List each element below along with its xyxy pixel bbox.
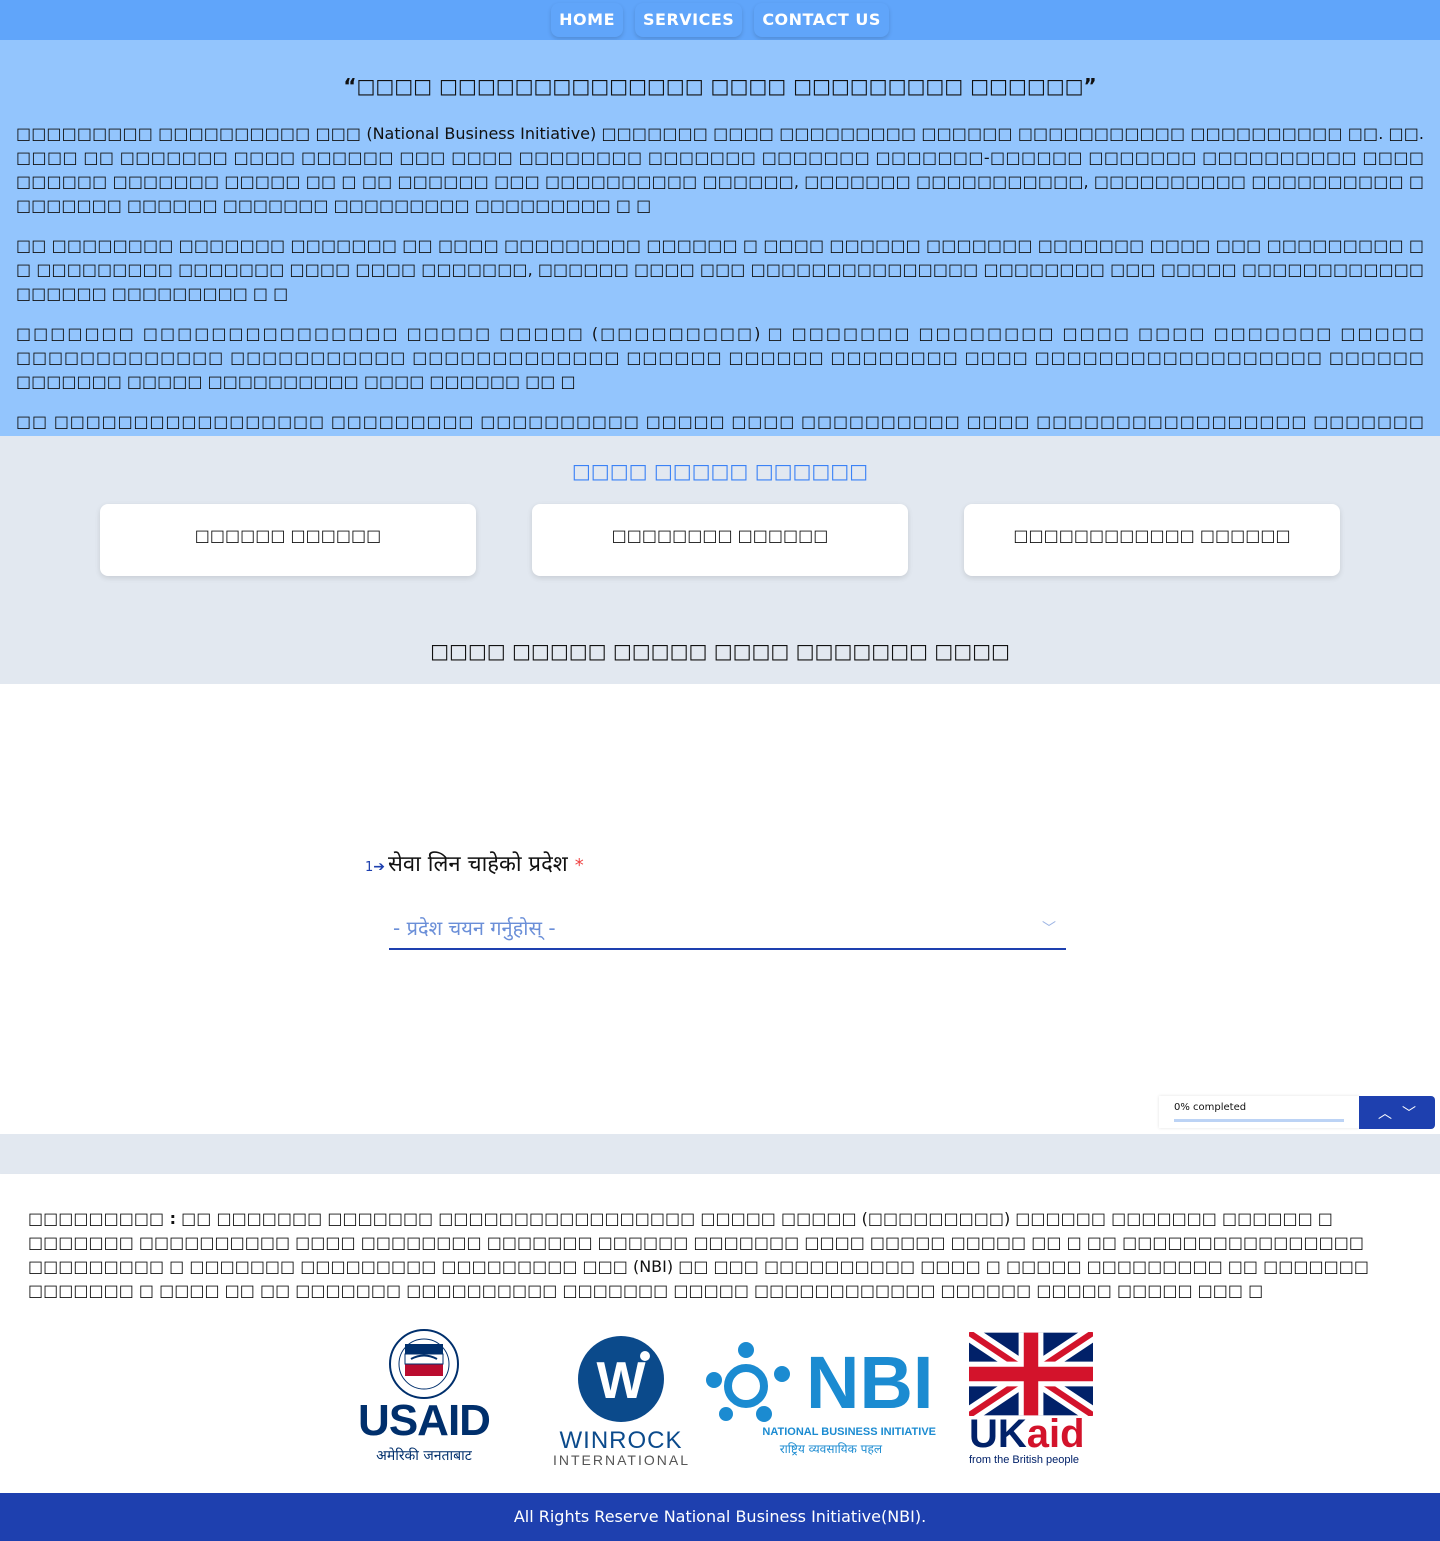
union-jack-icon bbox=[964, 1325, 1098, 1423]
disclaimer-text: □□ □□□□□□□ □□□□□□□ □□□□□□□□□□□□□□□□□ □□□… bbox=[28, 1209, 1369, 1300]
province-select[interactable]: - प्रदेश चयन गर्नुहोस् - ﹀ bbox=[389, 910, 1066, 950]
winrock-subtitle: INTERNATIONAL bbox=[553, 1452, 690, 1468]
nav-contact-button[interactable]: CONTACT US bbox=[754, 3, 889, 37]
top-nav: HOME SERVICES CONTACT US bbox=[0, 0, 1440, 40]
partner-logos: USAID अमेरिकी जनताबाट W WINROCK INTERNAT… bbox=[0, 1310, 1440, 1493]
chevron-down-icon: ﹀ bbox=[1042, 921, 1056, 937]
form-area: 1➔ सेवा लिन चाहेको प्रदेश * - प्रदेश चयन… bbox=[0, 684, 1440, 1134]
usaid-tagline: अमेरिकी जनताबाट bbox=[376, 1448, 472, 1464]
progress-track bbox=[1174, 1119, 1344, 1122]
usaid-logo: USAID अमेरिकी जनताबाट bbox=[345, 1328, 503, 1468]
intro-paragraph: □□□□□□□□□ □□□□□□□□□□ □□□ (National Busin… bbox=[16, 124, 1424, 215]
required-mark: * bbox=[574, 855, 584, 876]
progress-indicator: 0% completed bbox=[1159, 1096, 1359, 1128]
ukaid-tagline: from the British people bbox=[969, 1454, 1080, 1466]
nav-home-button[interactable]: HOME bbox=[551, 3, 623, 37]
disclaimer-label: □□□□□□□□□ : bbox=[28, 1209, 177, 1228]
winrock-w-icon: W bbox=[578, 1336, 664, 1422]
service-card[interactable]: □□□□□□□□ □□□□□□ bbox=[532, 504, 908, 576]
form-section-title: □□□□ □□□□□ □□□□□ □□□□ □□□□□□□ □□□□ bbox=[430, 639, 1010, 663]
progress-text: 0% completed bbox=[1174, 1102, 1247, 1113]
chevron-up-icon[interactable]: ︿ bbox=[1376, 1103, 1394, 1123]
ukaid-logo: UKaid from the British people bbox=[964, 1325, 1098, 1472]
disclaimer: □□□□□□□□□ : □□ □□□□□□□ □□□□□□□ □□□□□□□□□… bbox=[0, 1174, 1440, 1310]
ukaid-wordmark: UKaid bbox=[969, 1412, 1085, 1456]
question-number: 1➔ bbox=[365, 859, 386, 875]
svg-text:W: W bbox=[596, 1352, 646, 1410]
nbi-tagline: राष्ट्रिय व्यवसायिक पहल bbox=[779, 1442, 882, 1456]
question-label: सेवा लिन चाहेको प्रदेश * bbox=[388, 852, 584, 877]
nbi-wordmark: NBI bbox=[806, 1341, 934, 1424]
nbi-logo: NBI NATIONAL BUSINESS INITIATIVE राष्ट्र… bbox=[702, 1340, 936, 1458]
service-card[interactable]: □□□□□□ □□□□□□ bbox=[100, 504, 476, 576]
intro-section: “□□□□ □□□□□□□□□□□□□□ □□□□ □□□□□□□□□ □□□□… bbox=[0, 40, 1440, 527]
winrock-wordmark: WINROCK bbox=[559, 1427, 683, 1454]
winrock-logo: W WINROCK INTERNATIONAL bbox=[553, 1336, 689, 1468]
intro-paragraph: □□□□□□□ □□□□□□□□□□□□□□□ □□□□□ □□□□□ (□□□… bbox=[16, 324, 1424, 391]
footer-text: All Rights Reserve National Business Ini… bbox=[513, 1507, 927, 1526]
arrow-right-icon: ➔ bbox=[373, 859, 386, 875]
question-nav-controls: ︿ ﹀ bbox=[1359, 1096, 1435, 1129]
nav-services-button[interactable]: SERVICES bbox=[635, 3, 743, 37]
intro-heading: “□□□□ □□□□□□□□□□□□□□ □□□□ □□□□□□□□□ □□□□… bbox=[343, 74, 1097, 98]
services-title: □□□□ □□□□□ □□□□□□ bbox=[571, 459, 869, 483]
nbi-people-icon bbox=[706, 1342, 790, 1422]
services-section: □□□□ □□□□□ □□□□□□ □□□□□□ □□□□□□ □□□□□□□□… bbox=[0, 436, 1440, 684]
nbi-subtitle: NATIONAL BUSINESS INITIATIVE bbox=[762, 1426, 936, 1438]
footer: All Rights Reserve National Business Ini… bbox=[0, 1493, 1440, 1541]
usaid-wordmark: USAID bbox=[358, 1396, 491, 1445]
intro-paragraph: □□ □□□□□□□□ □□□□□□□ □□□□□□□ □□ □□□□ □□□□… bbox=[16, 236, 1424, 303]
service-card[interactable]: □□□□□□□□□□□□ □□□□□□ bbox=[964, 504, 1340, 576]
chevron-down-icon[interactable]: ﹀ bbox=[1400, 1103, 1418, 1123]
section-divider bbox=[0, 1134, 1440, 1174]
select-placeholder: - प्रदेश चयन गर्नुहोस् - bbox=[393, 916, 556, 940]
